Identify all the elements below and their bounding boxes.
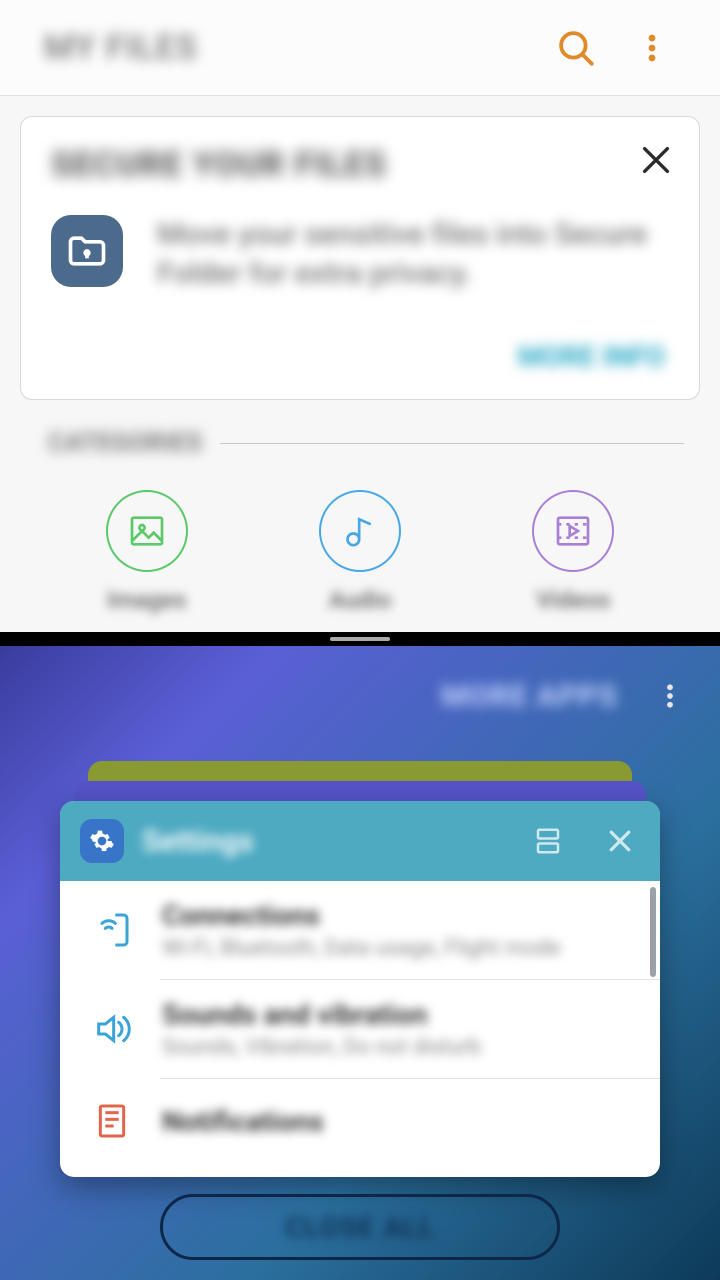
recents-topbar: MORE APPS [0,646,720,746]
settings-app-icon [80,819,124,863]
more-options-icon[interactable] [648,674,692,718]
card-title: Settings [142,824,254,859]
more-apps-button[interactable]: MORE APPS [441,679,618,714]
settings-row-sounds[interactable]: Sounds and vibration Sounds, Vibration, … [60,980,660,1078]
recent-app-card-settings[interactable]: Settings Connections Wi-Fi, Bluetooth, D… [60,801,660,1177]
category-label: Images [107,586,187,614]
row-title: Sounds and vibration [162,998,632,1031]
card-header: Settings [60,801,660,881]
more-info-button[interactable]: MORE INFO [518,340,665,373]
app-title: MY FILES [44,28,198,68]
categories-label: CATEGORIES [48,428,202,458]
files-header: MY FILES [0,0,720,96]
my-files-app: MY FILES SECURE YOUR FILES Move your sen… [0,0,720,636]
search-icon[interactable] [552,24,600,72]
row-title: Connections [162,899,632,932]
close-all-button[interactable]: CLOSE ALL [160,1194,560,1260]
category-audio[interactable]: Audio [319,490,401,614]
row-subtitle: Sounds, Vibration, Do not disturb [162,1035,632,1060]
secure-files-promo-card: SECURE YOUR FILES Move your sensitive fi… [20,116,700,400]
promo-description: Move your sensitive files into Secure Fo… [157,215,669,293]
videos-icon [532,490,614,572]
secure-folder-icon [51,215,123,287]
recents-overview: MORE APPS Settings [0,646,720,1280]
close-all-label: CLOSE ALL [285,1211,435,1244]
scrollbar-thumb[interactable] [650,887,656,977]
category-images[interactable]: Images [106,490,188,614]
settings-row-notifications[interactable]: Notifications [60,1079,660,1163]
category-label: Videos [536,586,610,614]
sound-icon [88,1005,136,1053]
notifications-icon [88,1097,136,1145]
categories-header: CATEGORIES [48,428,684,458]
close-icon[interactable] [639,143,673,181]
audio-icon [319,490,401,572]
multiwindow-icon[interactable] [528,821,568,861]
close-icon[interactable] [600,821,640,861]
settings-row-connections[interactable]: Connections Wi-Fi, Bluetooth, Data usage… [60,881,660,979]
row-title: Notifications [162,1105,632,1138]
divider [220,443,684,444]
category-label: Audio [329,586,392,614]
split-screen-handle[interactable] [0,632,720,646]
more-options-icon[interactable] [628,24,676,72]
row-subtitle: Wi-Fi, Bluetooth, Data usage, Flight mod… [162,936,632,961]
card-body: Connections Wi-Fi, Bluetooth, Data usage… [60,881,660,1177]
categories-row: Images Audio Videos [40,490,680,614]
connections-icon [88,906,136,954]
images-icon [106,490,188,572]
category-videos[interactable]: Videos [532,490,614,614]
promo-title: SECURE YOUR FILES [51,145,669,185]
